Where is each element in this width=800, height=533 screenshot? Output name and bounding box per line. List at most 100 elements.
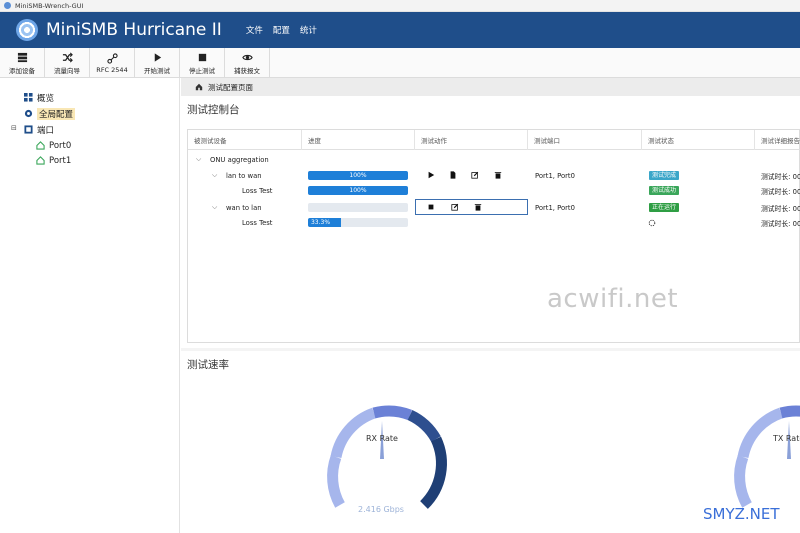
rx-rate-label: RX Rate (366, 434, 398, 443)
window-title-bar: MiniSMB-Wrench-GUI (0, 0, 800, 12)
nav-item-label: Port1 (49, 155, 72, 166)
test-ports: Port1, Port0 (535, 203, 575, 212)
nav-tree: 概览 全局配置 ⊟ 端口 Port0 Port1 (0, 78, 180, 533)
home-icon (36, 141, 45, 150)
progress-bar (308, 203, 408, 212)
progress-text: 100% (349, 172, 367, 179)
edit-action-button[interactable] (470, 170, 480, 180)
nav-item-label: Port0 (49, 140, 72, 151)
table-row[interactable]: Loss Test 100% 测试成功 测试时长: 00: (188, 183, 800, 198)
menu-stats[interactable]: 统计 (300, 24, 317, 36)
edit-action-button[interactable] (450, 202, 460, 212)
report-action-button[interactable] (448, 170, 458, 180)
document-icon (450, 171, 456, 179)
progress-bar: 100% (308, 186, 408, 195)
nav-item-label: 全局配置 (37, 107, 76, 120)
home-icon (195, 83, 203, 91)
report-text: 测试时长: 00: (761, 172, 800, 181)
report-text: 测试时长: 00: (761, 187, 800, 196)
table-row[interactable]: Loss Test 33.3% 测试时长: 00: (188, 215, 800, 230)
rfc2544-button[interactable]: RFC 2544 (90, 48, 135, 78)
test-console-table: 被测试设备 进度 测试动作 测试端口 测试状态 测试详细报告 ⌵ ONU agg… (187, 129, 800, 343)
server-icon (17, 52, 27, 62)
nav-item-ports[interactable]: 端口 (24, 123, 54, 136)
device-name: lan to wan (226, 171, 262, 180)
test-ports: Port1, Port0 (535, 171, 575, 180)
breadcrumb-label: 测试配置页面 (208, 82, 253, 92)
trash-icon (494, 172, 502, 179)
col-header-report[interactable]: 测试详细报告 (755, 130, 800, 150)
stop-test-button[interactable]: 停止测试 (180, 48, 225, 78)
add-device-button[interactable]: 添加设备 (0, 48, 45, 78)
loading-spinner-icon (648, 215, 656, 230)
play-icon (154, 52, 161, 62)
trash-icon (474, 204, 482, 211)
menu-config[interactable]: 配置 (273, 24, 290, 36)
stop-icon (428, 204, 434, 210)
col-header-ports[interactable]: 测试端口 (528, 130, 642, 150)
app-header: MiniSMB Hurricane II 文件 配置 统计 (0, 12, 800, 48)
breadcrumb: 测试配置页面 (181, 78, 800, 96)
main-content: 测试配置页面 测试控制台 被测试设备 进度 测试动作 测试端口 测试状态 测试详… (181, 78, 800, 533)
rx-rate-gauge (327, 405, 447, 509)
table-row[interactable]: ⌵ lan to wan 100% Port1, Port0 测试完成 测试时长… (188, 168, 800, 183)
col-header-device[interactable]: 被测试设备 (188, 130, 302, 150)
shuffle-icon (62, 52, 73, 62)
collapse-toggle-icon[interactable]: ⊟ (11, 124, 17, 132)
chevron-down-icon[interactable]: ⌵ (196, 152, 201, 167)
edit-icon (471, 171, 479, 179)
port-icon (24, 125, 33, 134)
eye-icon (241, 54, 253, 60)
tx-rate-gauge (734, 405, 800, 508)
stop-test-label: 停止测试 (189, 66, 215, 75)
status-badge: 测试成功 (649, 186, 680, 195)
run-action-button[interactable] (426, 170, 436, 180)
progress-text: 33.3% (310, 219, 331, 226)
nav-item-overview[interactable]: 概览 (24, 91, 54, 104)
device-name: Loss Test (242, 218, 273, 227)
gauge-arc (327, 405, 447, 509)
test-rate-title: 测试速率 (187, 359, 229, 371)
progress-text (308, 203, 408, 212)
col-header-status[interactable]: 测试状态 (642, 130, 755, 150)
window-title: MiniSMB-Wrench-GUI (15, 1, 84, 10)
col-header-progress[interactable]: 进度 (302, 130, 415, 150)
start-test-button[interactable]: 开始测试 (135, 48, 180, 78)
test-console-title: 测试控制台 (187, 104, 240, 116)
corner-watermark-text: SMYZ.NET (703, 505, 780, 523)
table-row[interactable]: ⌵ wan to lan Port1, Port0 正在运行 测试时长: 00: (188, 199, 800, 215)
table-header: 被测试设备 进度 测试动作 测试端口 测试状态 测试详细报告 (188, 130, 800, 150)
delete-action-button[interactable] (493, 170, 503, 180)
play-icon (428, 171, 435, 179)
nav-item-label: 端口 (37, 125, 55, 136)
progress-bar: 100% (308, 171, 408, 180)
nav-item-port0[interactable]: Port0 (36, 139, 71, 152)
capture-packets-label: 捕获报文 (234, 66, 260, 75)
capture-packets-button[interactable]: 捕获报文 (225, 48, 270, 78)
gear-icon (24, 109, 33, 118)
table-row[interactable]: ⌵ ONU aggregation (188, 152, 800, 167)
app-name: MiniSMB Hurricane II (46, 20, 222, 40)
menu-file[interactable]: 文件 (246, 24, 263, 36)
col-header-actions[interactable]: 测试动作 (415, 130, 528, 150)
nav-item-label: 概览 (37, 93, 55, 104)
stop-icon (198, 53, 206, 61)
status-badge: 正在运行 (649, 203, 680, 212)
report-text: 测试时长: 00: (761, 204, 800, 213)
start-test-label: 开始测试 (144, 66, 170, 75)
device-name: wan to lan (226, 203, 262, 212)
delete-action-button[interactable] (473, 202, 483, 212)
device-name: Loss Test (242, 186, 273, 195)
device-name: ONU aggregation (210, 155, 269, 164)
nav-item-global-config[interactable]: 全局配置 (24, 107, 76, 120)
rx-rate-value: 2.416 Gbps (358, 505, 404, 514)
nav-item-port1[interactable]: Port1 (36, 154, 71, 167)
chevron-down-icon[interactable]: ⌵ (212, 200, 217, 215)
rfc-icon (106, 52, 118, 64)
traffic-wizard-button[interactable]: 流量向导 (45, 48, 90, 78)
chevron-down-icon[interactable]: ⌵ (212, 168, 217, 183)
tx-rate-label: TX Rate (773, 434, 800, 443)
traffic-wizard-label: 流量向导 (54, 66, 80, 75)
report-text: 测试时长: 00: (761, 219, 800, 228)
stop-action-button[interactable] (426, 202, 436, 212)
